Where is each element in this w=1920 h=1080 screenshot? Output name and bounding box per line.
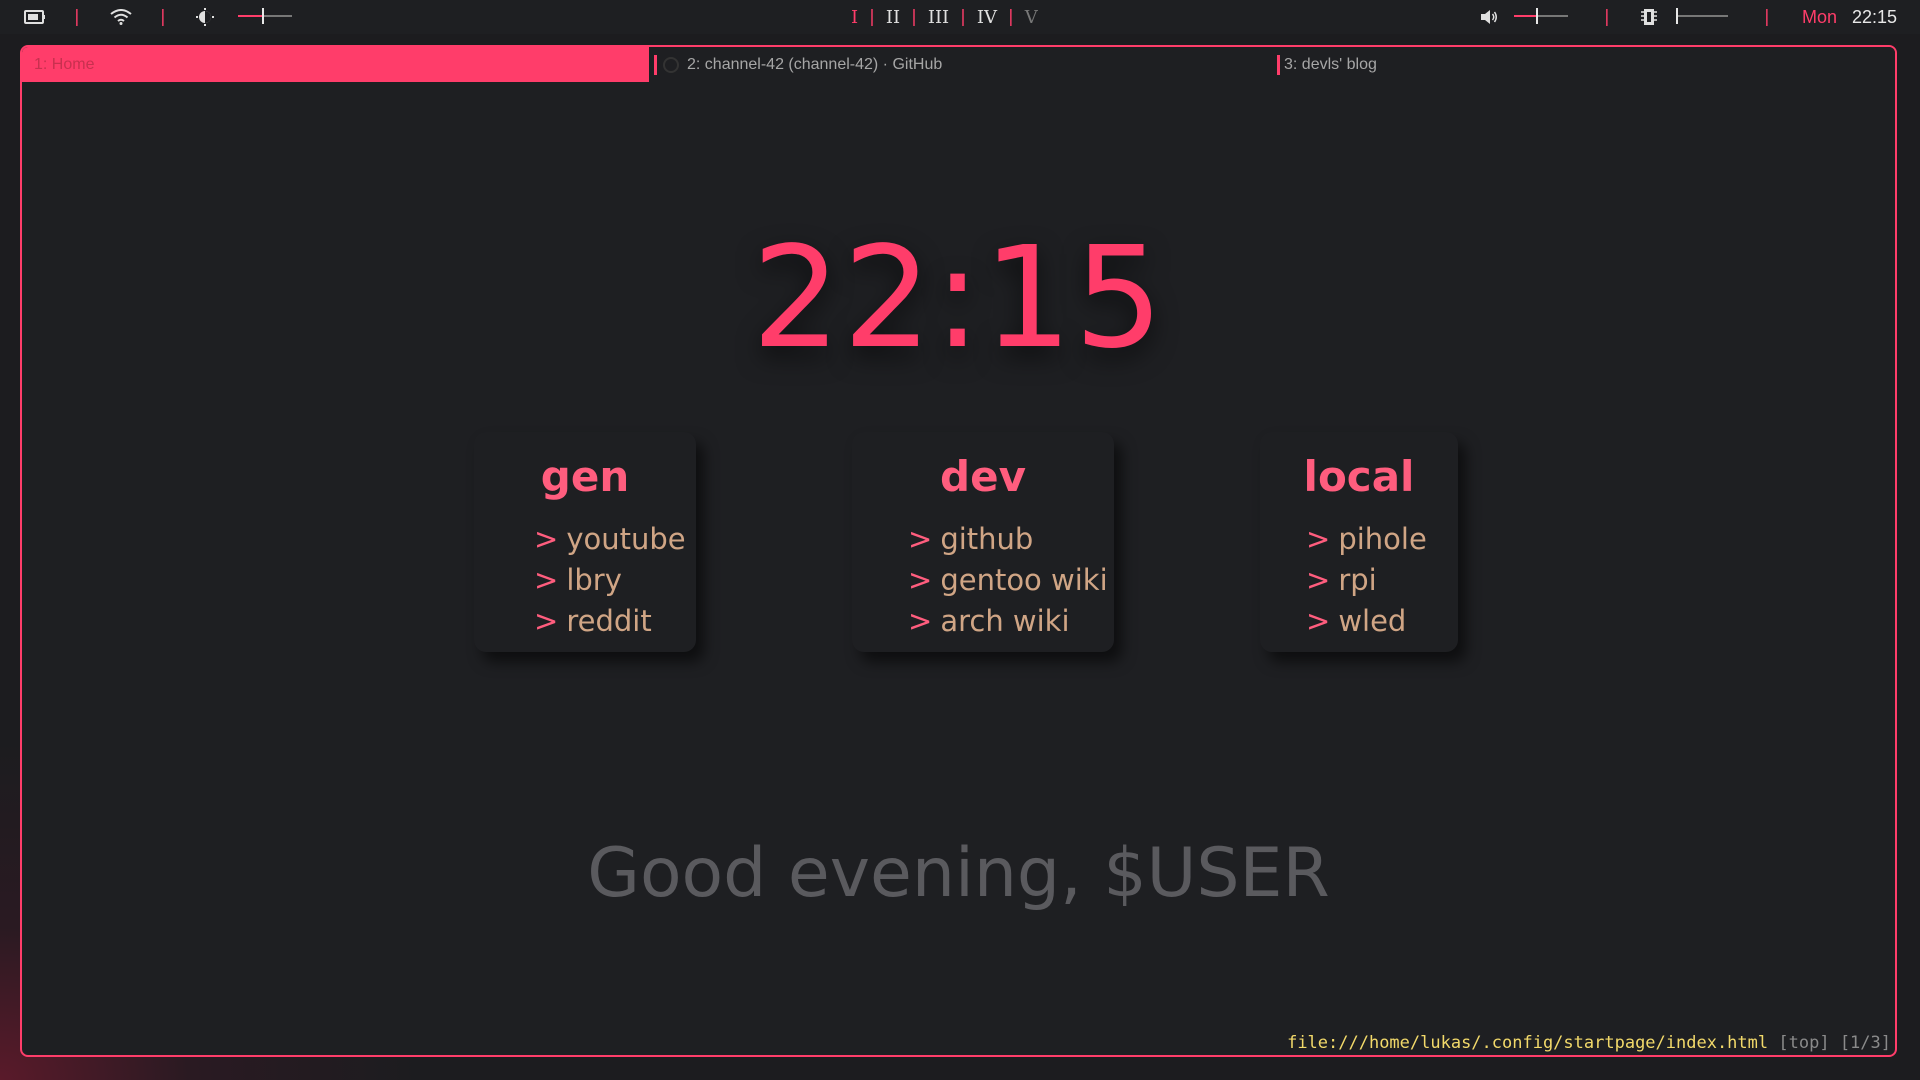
greeting-text: Good evening, $USER	[587, 834, 1330, 913]
workspace-1[interactable]: I	[851, 7, 858, 28]
link-gentoo-wiki[interactable]: > gentoo wiki	[908, 560, 1108, 601]
link-arch-wiki[interactable]: > arch wiki	[908, 601, 1108, 642]
workspace-5[interactable]: V	[1025, 7, 1038, 28]
battery-icon[interactable]	[24, 0, 46, 34]
tab-label: 3: devls' blog	[1284, 55, 1377, 73]
card-local: local > pihole > rpi > wled	[1260, 432, 1458, 652]
memory-slider-knob[interactable]	[1676, 8, 1678, 24]
card-link-list: > youtube > lbry > reddit	[534, 519, 686, 642]
link-wled[interactable]: > wled	[1306, 601, 1427, 642]
workspace-2[interactable]: II	[886, 7, 900, 28]
bar-separator: |	[1764, 7, 1770, 27]
clock-day: Mon	[1802, 6, 1838, 27]
volume-slider[interactable]	[1514, 0, 1568, 34]
brightness-icon[interactable]	[196, 0, 214, 34]
wifi-icon[interactable]	[110, 0, 132, 34]
tab-label: 2: channel-42 (channel-42) · GitHub	[687, 55, 943, 73]
memory-slider-track	[1676, 15, 1728, 17]
card-link-list: > pihole > rpi > wled	[1306, 519, 1427, 642]
card-gen: gen > youtube > lbry > reddit	[474, 432, 696, 652]
bar-separator: |	[74, 7, 80, 27]
card-title: local	[1303, 452, 1415, 501]
link-reddit[interactable]: > reddit	[534, 601, 686, 642]
tab-label: 1: Home	[34, 55, 95, 73]
memory-slider[interactable]	[1676, 0, 1728, 34]
link-pihole[interactable]: > pihole	[1306, 519, 1427, 560]
brightness-slider-fill	[238, 15, 262, 17]
browser-window: 1: Home 2: channel-42 (channel-42) · Git…	[20, 45, 1897, 1057]
clock-time[interactable]: 22:15	[1852, 0, 1897, 34]
bar-separator: |	[160, 7, 166, 27]
memory-icon[interactable]	[1641, 0, 1657, 34]
link-lbry[interactable]: > lbry	[534, 560, 686, 601]
status-bar: file:///home/lukas/.config/startpage/ind…	[1287, 1033, 1891, 1053]
workspace-4[interactable]: IV	[977, 7, 997, 28]
workspace-list: I | II | III | IV | V	[840, 0, 1049, 34]
card-dev: dev > github > gentoo wiki > arch wiki	[852, 432, 1114, 652]
brightness-slider-knob[interactable]	[262, 8, 264, 24]
bar-separator: |	[1604, 7, 1610, 27]
card-title: dev	[940, 452, 1026, 501]
github-favicon-icon	[663, 56, 679, 73]
link-youtube[interactable]: > youtube	[534, 519, 686, 560]
workspace-separator: |	[960, 7, 966, 27]
link-rpi[interactable]: > rpi	[1306, 560, 1427, 601]
volume-slider-fill	[1514, 15, 1536, 17]
volume-icon[interactable]	[1480, 0, 1498, 34]
status-url: file:///home/lukas/.config/startpage/ind…	[1287, 1033, 1769, 1053]
link-github[interactable]: > github	[908, 519, 1108, 560]
volume-slider-knob[interactable]	[1536, 8, 1538, 24]
status-tab-index: [1/3]	[1839, 1033, 1891, 1053]
top-bar: | | I | II | III | IV | V | | Mon 22:15	[0, 0, 1920, 34]
status-scroll: [top]	[1778, 1033, 1830, 1053]
brightness-slider[interactable]	[238, 0, 292, 34]
tab-bar: 1: Home 2: channel-42 (channel-42) · Git…	[22, 47, 1895, 82]
tab-github[interactable]: 2: channel-42 (channel-42) · GitHub	[654, 47, 1274, 82]
tab-blog[interactable]: 3: devls' blog	[1277, 47, 1877, 82]
workspace-separator: |	[869, 7, 875, 27]
card-title: gen	[540, 452, 630, 501]
tab-indicator	[654, 54, 657, 75]
workspace-separator: |	[1008, 7, 1014, 27]
big-clock: 22:15	[751, 217, 1166, 380]
tab-indicator	[1277, 54, 1280, 75]
workspace-3[interactable]: III	[928, 7, 949, 28]
tab-home[interactable]: 1: Home	[22, 47, 649, 82]
workspace-separator: |	[911, 7, 917, 27]
card-link-list: > github > gentoo wiki > arch wiki	[908, 519, 1108, 642]
